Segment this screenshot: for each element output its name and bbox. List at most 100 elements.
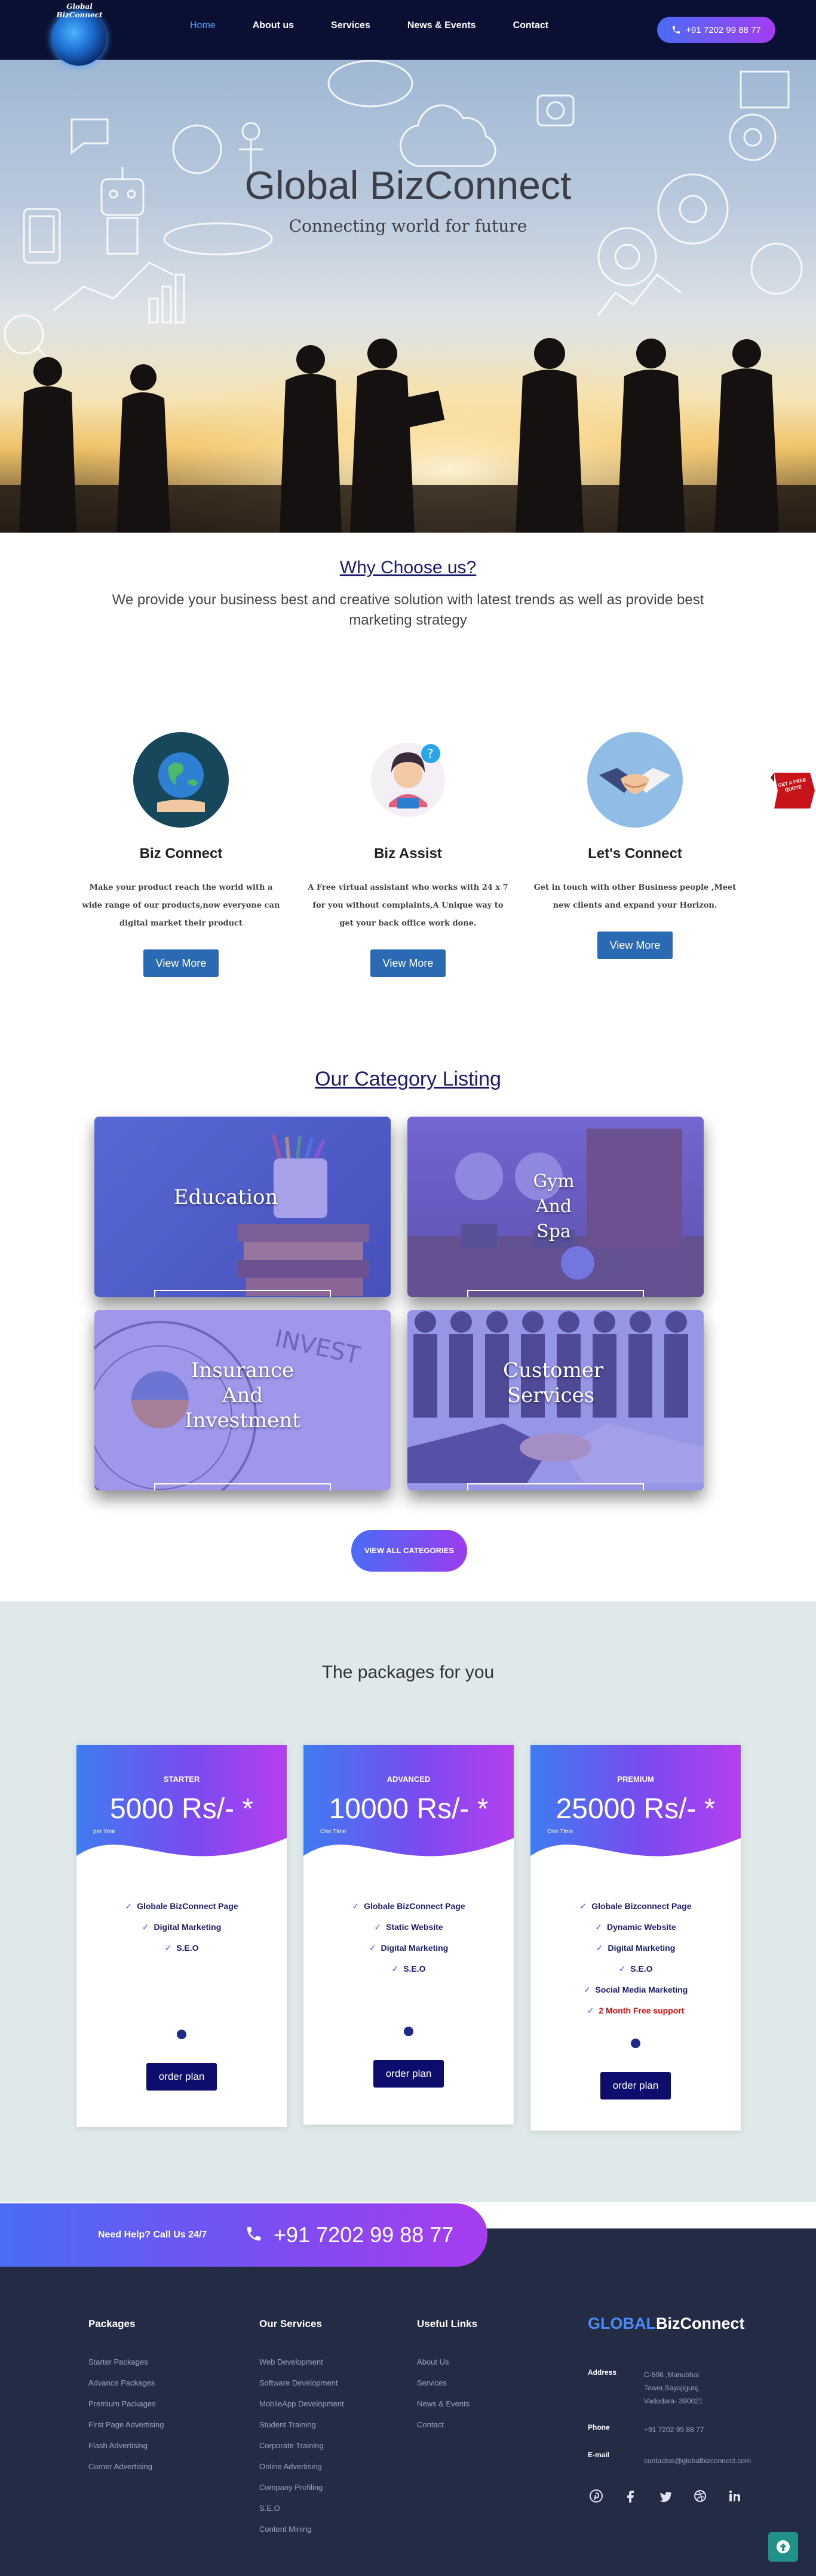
feature-biz-connect: Biz Connect Make your product reach the … [79,732,283,977]
package-header: PREMIUM 25000 Rs/- * One Time [530,1745,741,1873]
order-plan-button[interactable]: order plan [146,2063,217,2091]
footer-link[interactable]: Content Mining [259,2525,344,2546]
footer-link[interactable]: Starter Packages [88,2357,164,2378]
category-underline [154,1483,331,1490]
package-header: STARTER 5000 Rs/- * per Year [76,1745,287,1873]
footer-link[interactable]: S.E.O [259,2504,344,2525]
category-customer-services[interactable]: Customer Services [407,1310,704,1490]
back-to-top-button[interactable] [768,2532,798,2562]
footer-link[interactable]: Contact [417,2420,477,2441]
package-features: ✓ Globale Bizconnect Page ✓ Dynamic Websit… [530,1873,741,2027]
package-feature: ✓ Globale BizConnect Page [352,1901,465,1911]
category-underline [154,1290,331,1297]
footer-heading: Packages [88,2318,136,2329]
category-label: Customer Services [503,1358,604,1407]
category-label: Insurance And Investment [185,1358,300,1433]
footer-heading: Our Services [259,2318,322,2329]
footer-link[interactable]: Services [417,2378,477,2399]
check-icon: ✓ [164,1943,172,1953]
handshake-icon [587,732,683,828]
social-links [588,2488,743,2504]
pinterest-icon[interactable] [588,2488,605,2504]
package-dot [631,2039,640,2048]
check-icon: ✓ [352,1901,360,1911]
footer-useful-links: Useful Links About Us Services News & Ev… [417,2318,477,2441]
feature-title: Biz Assist [374,846,442,862]
category-underline [467,1290,644,1297]
check-icon: ✓ [587,2006,594,2015]
order-plan-button[interactable]: order plan [373,2060,444,2088]
package-tier: PREMIUM [617,1775,654,1784]
footer-link[interactable]: Web Development [259,2357,344,2378]
view-more-button[interactable]: View More [597,932,673,959]
wave-shape [530,1838,741,1873]
package-dot [404,2027,413,2036]
help-call-bar[interactable]: Need Help? Call Us 24/7 +91 7202 99 88 7… [0,2203,487,2267]
view-all-categories-button[interactable]: VIEW ALL CATEGORIES [351,1530,467,1572]
footer-link[interactable]: First Page Advertising [88,2420,164,2441]
phone-icon [247,2227,261,2241]
logo[interactable]: Global BizConnect [47,2,112,66]
category-title: Our Category Listing [315,1068,501,1090]
dribbble-icon[interactable] [692,2488,708,2504]
package-dot [177,2030,186,2039]
nav-about[interactable]: About us [253,20,294,31]
hero-subtitle: Connecting world for future [289,216,527,236]
category-underline [467,1483,644,1490]
wave-shape [303,1838,514,1873]
footer-link[interactable]: Online Advertising [259,2462,344,2483]
footer-link[interactable]: Flash Advertising [88,2441,164,2462]
email-value[interactable]: contactus@globalbizconnect.com [644,2454,799,2467]
free-quote-badge[interactable]: GET A FREE QUOTE [769,769,816,811]
nav-links: Home About us Services News & Events Con… [190,20,585,31]
help-label: Need Help? Call Us 24/7 [98,2230,207,2240]
nav-news-events[interactable]: News & Events [407,20,476,31]
twitter-icon[interactable] [657,2488,674,2504]
nav-phone-text: +91 7202 99 88 77 [686,24,761,35]
footer-link[interactable]: Student Training [259,2420,344,2441]
footer-link[interactable]: Corporate Training [259,2441,344,2462]
package-feature: ✓ S.E.O [391,1964,426,1974]
footer-packages: Packages Starter Packages Advance Packag… [88,2318,164,2483]
phone-label: Phone [588,2423,610,2431]
footer-link[interactable]: News & Events [417,2399,477,2420]
nav-contact[interactable]: Contact [513,20,549,31]
view-more-button[interactable]: View More [370,949,446,977]
footer-link[interactable]: About Us [417,2357,477,2378]
category-insurance-investment[interactable]: INVEST Insurance And Investment [94,1310,391,1490]
package-advanced: ADVANCED 10000 Rs/- * One Time ✓ Globale … [303,1745,514,2125]
linkedin-icon[interactable] [726,2488,743,2504]
feature-lets-connect: Let's Connect Get in touch with other Bu… [533,732,737,959]
packages-title: The packages for you [321,1662,495,1682]
check-icon: ✓ [142,1922,149,1932]
package-feature: ✓ 2 Month Free support [587,2006,685,2015]
footer-link[interactable]: Corner Advertising [88,2462,164,2483]
footer-heading: Useful Links [417,2318,478,2329]
package-feature: ✓ Digital Marketing [369,1943,449,1953]
nav-home[interactable]: Home [190,20,216,31]
footer-services: Our Services Web Development Software De… [259,2318,344,2546]
check-icon: ✓ [374,1922,382,1932]
view-more-button[interactable]: View More [143,949,219,977]
phone-value[interactable]: +91 7202 99 88 77 [644,2423,799,2436]
order-plan-button[interactable]: order plan [600,2072,671,2099]
category-gym-spa[interactable]: Gym And Spa [407,1117,704,1297]
feature-title: Let's Connect [588,846,682,862]
address-value: C-506 ,Manubhai Tower,Sayajigunj, Vadoda… [644,2371,703,2405]
feature-title: Biz Connect [139,846,223,862]
footer-link[interactable]: Software Development [259,2378,344,2399]
globe-hand-icon [133,732,229,828]
svg-text:?: ? [427,746,434,761]
footer-link[interactable]: Company Profiling [259,2483,344,2504]
footer-link[interactable]: MobileApp Development [259,2399,344,2420]
facebook-icon[interactable] [622,2488,639,2504]
package-feature: ✓ Digital Marketing [142,1922,222,1932]
nav-phone-button[interactable]: +91 7202 99 88 77 [657,17,775,43]
package-header: ADVANCED 10000 Rs/- * One Time [303,1745,514,1873]
footer-link[interactable]: Premium Packages [88,2399,164,2420]
package-feature: ✓ Social Media Marketing [583,1985,688,1994]
nav-services[interactable]: Services [331,20,370,31]
footer-link[interactable]: Advance Packages [88,2378,164,2399]
feature-biz-assist: ? Biz Assist A Free virtual assistant wh… [306,732,510,977]
category-education[interactable]: Education [94,1117,391,1297]
